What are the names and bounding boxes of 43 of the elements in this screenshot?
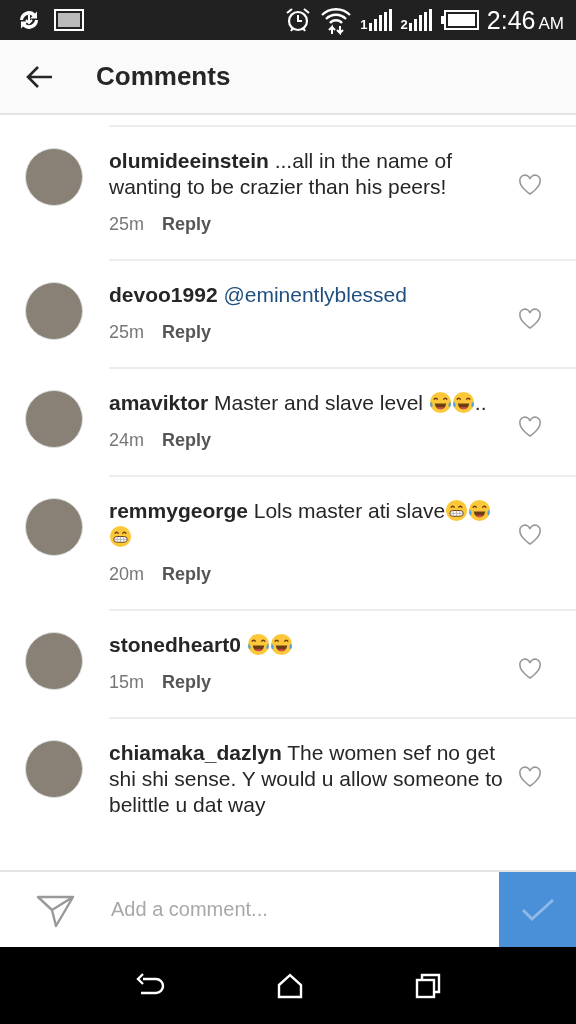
like-button[interactable] (518, 416, 542, 438)
comment-time: 25m (109, 321, 144, 344)
back-arrow-icon (25, 64, 53, 89)
reply-button[interactable]: Reply (162, 561, 212, 587)
sim-number: 2 (400, 18, 408, 31)
laughing-tears-face-icon (269, 633, 293, 656)
signal-icon (368, 9, 393, 31)
comment-time: 15m (109, 671, 144, 694)
comment-text: amaviktor Master and slave level .. (109, 390, 488, 416)
like-button[interactable] (518, 174, 542, 196)
image-icon (54, 8, 84, 32)
wifi-icon (320, 5, 353, 35)
reply-button[interactable]: Reply (162, 319, 212, 345)
send-icon (36, 894, 76, 928)
grinning-face-icon (109, 525, 132, 548)
laughing-tears-face-icon (246, 633, 270, 656)
clock-meridiem: AM (538, 13, 564, 33)
comment-text: chiamaka_dazlyn The women sef no get shi shi sense. Y would u allow someone to belittle u dat way (109, 740, 504, 818)
screen-title: Comments (96, 61, 231, 92)
comment-input-field[interactable]: Add a comment... (109, 872, 499, 947)
laughing-tears-face-icon (428, 391, 452, 414)
sim-number: 1 (360, 18, 368, 31)
battery-icon (440, 10, 479, 30)
checkmark-icon (520, 897, 555, 922)
clock-time: 2:46 (486, 5, 536, 34)
comment-text: devoo1992 @eminentlyblessed (109, 282, 408, 308)
laughing-tears-face-icon (451, 391, 475, 414)
reply-button[interactable]: Reply (162, 211, 212, 237)
reply-button[interactable]: Reply (162, 427, 212, 453)
comment-text: stonedheart0 (109, 632, 504, 658)
comment-text: remmygeorge Lols master ati slave (109, 498, 504, 550)
comment-text: olumideeinstein ...all in the name of wanting to be crazier than his peers! (109, 148, 454, 200)
comment-time: 20m (109, 563, 144, 586)
like-button[interactable] (518, 308, 542, 330)
comment-time: 25m (109, 213, 144, 236)
like-button[interactable] (518, 658, 542, 680)
comment-time: 24m (109, 429, 144, 452)
signal-icon (408, 9, 433, 31)
like-button[interactable] (518, 766, 542, 788)
grinning-face-icon (445, 499, 469, 522)
laughing-tears-face-icon (468, 499, 492, 522)
like-button[interactable] (518, 524, 542, 546)
reply-button[interactable]: Reply (162, 669, 212, 695)
